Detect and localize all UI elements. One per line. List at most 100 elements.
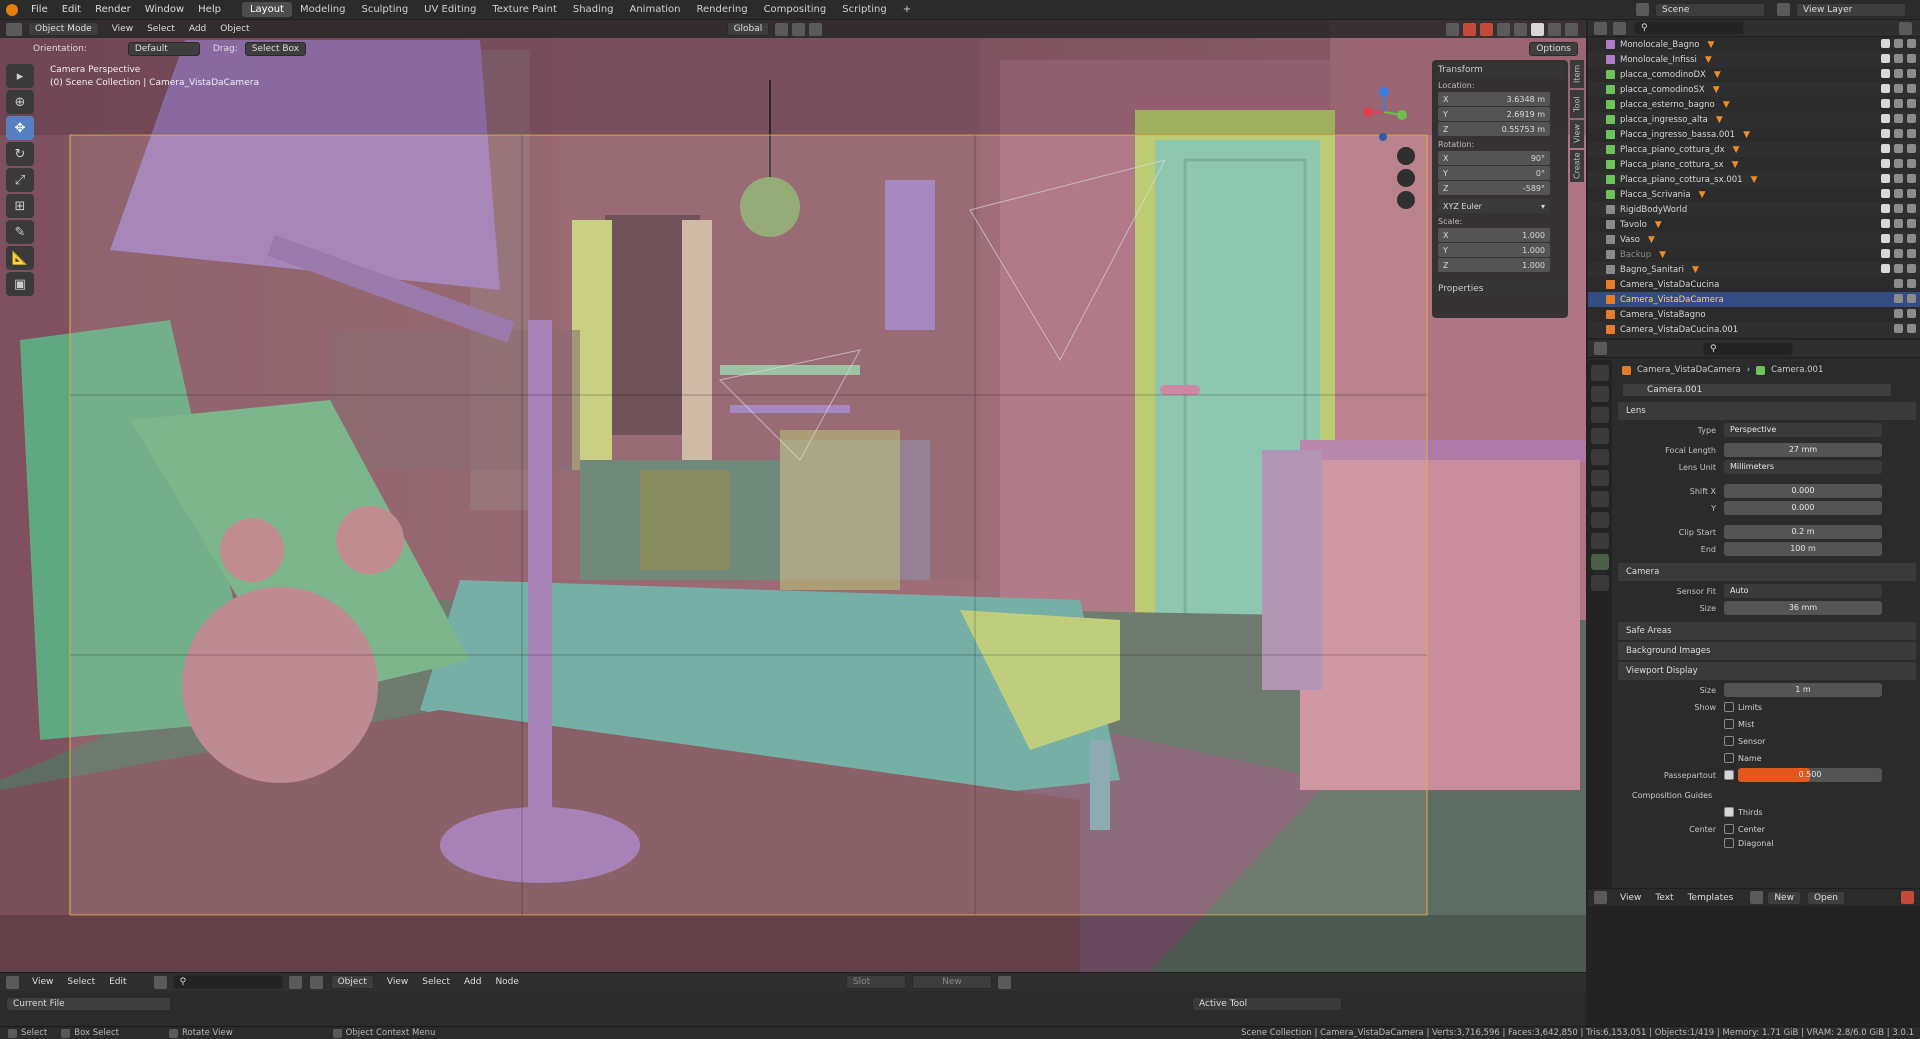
drag-selector[interactable]: Select Box [244,42,307,56]
new-material-button[interactable]: New [911,975,992,989]
lens-type-selector[interactable]: Perspective [1724,423,1882,437]
outliner-row[interactable]: Camera_VistaDaCucina.001 [1588,322,1920,337]
bottom-menu-edit[interactable]: Edit [102,977,133,987]
transform-tool[interactable]: ⊞ [6,194,34,218]
outliner-row[interactable]: Placca_piano_cottura_sx ▼ [1588,157,1920,172]
outliner-row[interactable]: Camera_VistaBagno [1588,307,1920,322]
text-datablock-icon[interactable] [1750,891,1764,904]
outliner-type-icon[interactable] [1594,21,1607,35]
camera-render-icon[interactable] [1907,189,1916,198]
menu-file[interactable]: File [24,4,55,15]
outliner-row[interactable]: Monolocale_Bagno ▼ [1588,37,1920,52]
exclude-checkbox[interactable] [1881,114,1890,123]
tab-tool[interactable]: Tool [1570,90,1584,118]
viewport-menu-add[interactable]: Add [182,24,213,34]
tab-uv-editing[interactable]: UV Editing [416,2,484,17]
outliner-search-input[interactable]: ⚲ [172,975,283,989]
camera-render-icon[interactable] [1907,294,1916,303]
tool-tab-icon[interactable] [1591,365,1609,381]
view-layer-selector[interactable]: View Layer [1796,2,1906,17]
scene-selector[interactable]: Scene [1655,2,1765,17]
outliner-row[interactable]: RigidBodyWorld [1588,202,1920,217]
camera-render-icon[interactable] [1907,114,1916,123]
mist-checkbox[interactable] [1724,719,1734,729]
xray-icon[interactable] [1497,22,1510,36]
diagonal-checkbox[interactable] [1724,838,1734,848]
close-icon[interactable] [1901,891,1914,904]
snap-icon[interactable] [792,22,806,36]
passepartout-slider[interactable]: 0.500 [1738,768,1882,782]
eye-icon[interactable] [1894,264,1903,273]
eye-icon[interactable] [1894,294,1903,303]
outliner-row[interactable]: Camera_VistaDaCucina [1588,277,1920,292]
tab-rendering[interactable]: Rendering [688,2,755,17]
active-tool-header[interactable]: Active Tool [1192,997,1342,1011]
lens-unit-selector[interactable]: Millimeters [1724,460,1882,474]
text-editor-area[interactable] [1588,906,1920,1026]
node-menu-node[interactable]: Node [488,977,526,987]
camera-render-icon[interactable] [1907,99,1916,108]
open-text-button[interactable]: Open [1806,890,1846,905]
outliner-display-icon[interactable] [1613,21,1626,35]
tab-shading[interactable]: Shading [565,2,622,17]
exclude-checkbox[interactable] [1881,99,1890,108]
object-type-selector[interactable]: Object [330,975,374,989]
text-editor-type-icon[interactable] [1594,891,1607,904]
bottom-menu-view[interactable]: View [25,977,60,987]
sensor-fit-selector[interactable]: Auto [1724,584,1882,598]
proportional-edit-icon[interactable] [809,22,823,36]
exclude-checkbox[interactable] [1881,264,1890,273]
name-checkbox[interactable] [1724,753,1734,763]
editor-type-icon-bottom[interactable] [6,975,19,989]
cursor-tool[interactable]: ⊕ [6,90,34,114]
wireframe-shading-icon[interactable] [1514,22,1527,36]
eye-icon[interactable] [1894,324,1903,333]
eye-icon[interactable] [1894,249,1903,258]
scale-x-field[interactable]: X 1.000 [1438,228,1550,242]
eye-icon[interactable] [1894,84,1903,93]
eye-icon[interactable] [1894,144,1903,153]
properties-search[interactable]: ⚲ [1703,341,1793,356]
location-y-field[interactable]: Y 2.6919 m [1438,107,1550,121]
outliner-row[interactable]: Placca_piano_cottura_sx.001 ▼ [1588,172,1920,187]
tab-item[interactable]: Item [1570,60,1584,88]
rotation-mode-selector[interactable]: XYZ Euler ▾ [1438,199,1550,213]
eye-icon[interactable] [1894,309,1903,318]
camera-render-icon[interactable] [1907,84,1916,93]
outliner-row[interactable]: Placca_Scrivania ▼ [1588,187,1920,202]
transform-orientation-selector[interactable]: Global [726,22,770,36]
select-box-tool[interactable]: ▸ [6,64,34,88]
camera-panel-header[interactable]: Camera [1618,563,1916,581]
camera-render-icon[interactable] [1907,234,1916,243]
eye-icon[interactable] [1894,54,1903,63]
rendered-shading-icon[interactable] [1565,22,1578,36]
outliner-filter-icon[interactable] [1899,21,1912,35]
exclude-checkbox[interactable] [1881,54,1890,63]
eye-icon[interactable] [1894,69,1903,78]
eye-icon[interactable] [1894,219,1903,228]
tab-view[interactable]: View [1570,120,1584,148]
exclude-checkbox[interactable] [1881,129,1890,138]
center-checkbox[interactable] [1724,824,1734,834]
pin-icon[interactable] [997,975,1011,989]
camera-render-icon[interactable] [1907,249,1916,258]
outliner-row[interactable]: placca_comodinoSX ▼ [1588,82,1920,97]
eye-icon[interactable] [1894,189,1903,198]
tab-scripting[interactable]: Scripting [834,2,894,17]
tab-compositing[interactable]: Compositing [756,2,835,17]
render-tab-icon[interactable] [1591,386,1609,402]
camera-render-icon[interactable] [1907,159,1916,168]
outliner-filter-search[interactable]: ⚲ [1634,21,1744,35]
location-x-field[interactable]: X 3.6348 m [1438,92,1550,106]
camera-render-icon[interactable] [1907,69,1916,78]
location-z-field[interactable]: Z 0.55753 m [1438,122,1550,136]
camera-render-icon[interactable] [1907,129,1916,138]
outliner-row[interactable]: placca_comodinoDX ▼ [1588,67,1920,82]
output-tab-icon[interactable] [1591,407,1609,423]
eye-icon[interactable] [1894,279,1903,288]
move-tool[interactable]: ✥ [6,116,34,140]
exclude-checkbox[interactable] [1881,174,1890,183]
scale-z-field[interactable]: Z 1.000 [1438,258,1550,272]
world-tab-icon[interactable] [1591,470,1609,486]
camera-data-tab-icon[interactable] [1591,554,1609,570]
